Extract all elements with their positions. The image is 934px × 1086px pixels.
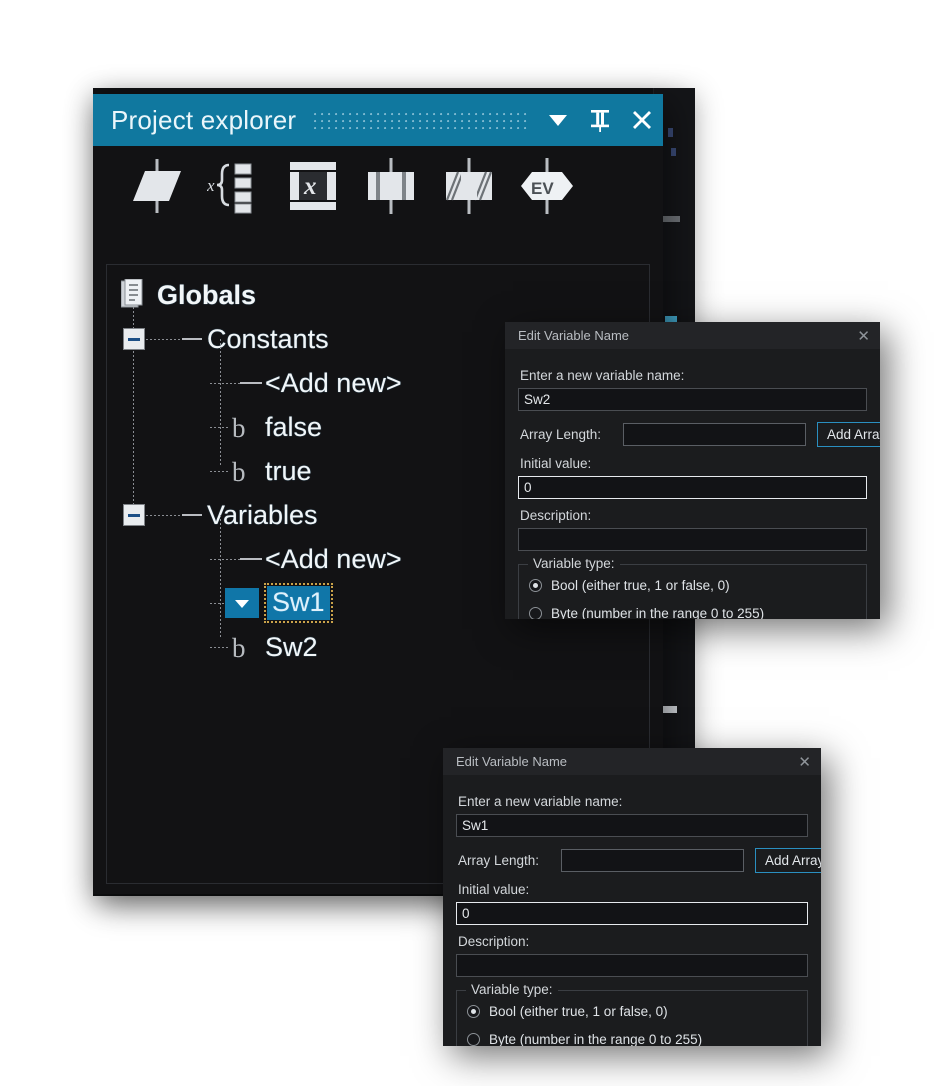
radio-label: Byte (number in the range 0 to 255) bbox=[489, 1032, 703, 1046]
tree-row[interactable]: b Sw2 bbox=[107, 625, 649, 669]
tree-guide bbox=[240, 558, 262, 560]
project-explorer-titlebar: Project explorer bbox=[93, 94, 663, 146]
array-length-row: Array Length: Add Array Dimension bbox=[518, 422, 880, 447]
tree-guide bbox=[210, 427, 230, 428]
pin-icon[interactable] bbox=[579, 94, 621, 146]
radio-indicator[interactable] bbox=[467, 1005, 480, 1018]
tree-guide bbox=[146, 339, 182, 340]
dialog-titlebar: Edit Variable Name ✕ bbox=[443, 748, 821, 775]
dialog-title: Edit Variable Name bbox=[518, 328, 630, 343]
project-explorer-toolbar: x x EV bbox=[93, 146, 663, 226]
array-icon[interactable] bbox=[439, 155, 499, 217]
dialog-body: Enter a new variable name: Array Length:… bbox=[443, 775, 821, 1046]
tree-guide bbox=[210, 559, 240, 560]
chevron-down-icon[interactable] bbox=[537, 94, 579, 146]
description-label: Description: bbox=[520, 508, 592, 523]
tree-guide bbox=[182, 514, 202, 516]
initial-value-input[interactable] bbox=[518, 476, 867, 499]
bool-b-icon: b bbox=[232, 457, 246, 487]
description-input[interactable] bbox=[518, 528, 867, 551]
close-icon[interactable]: ✕ bbox=[798, 748, 811, 775]
add-array-dimension-button[interactable]: Add Array Dimension bbox=[755, 848, 821, 873]
variable-icon[interactable]: x bbox=[283, 155, 343, 217]
radio-bool[interactable]: Bool (either true, 1 or false, 0) bbox=[467, 1004, 797, 1019]
variable-type-group: Variable type: Bool (either true, 1 or f… bbox=[456, 982, 808, 1046]
svg-text:EV: EV bbox=[531, 179, 554, 198]
constant-icon[interactable] bbox=[361, 155, 421, 217]
add-array-dimension-button[interactable]: Add Array Dimension bbox=[817, 422, 880, 447]
variable-type-legend: Variable type: bbox=[466, 982, 558, 997]
dialog-title: Edit Variable Name bbox=[456, 754, 568, 769]
svg-text:x: x bbox=[303, 173, 317, 200]
page-title: Project explorer bbox=[111, 104, 297, 135]
tree-row[interactable]: Globals bbox=[107, 273, 649, 317]
tree-guide bbox=[240, 382, 262, 384]
radio-indicator[interactable] bbox=[529, 579, 542, 592]
svg-text:x: x bbox=[207, 176, 215, 195]
dialog-titlebar: Edit Variable Name ✕ bbox=[505, 322, 880, 349]
tree-label: true bbox=[265, 455, 312, 486]
variable-type-legend: Variable type: bbox=[528, 556, 620, 571]
tree-guide bbox=[220, 339, 221, 355]
decorative-fleck bbox=[668, 128, 673, 137]
bool-b-icon: b bbox=[232, 413, 246, 443]
variable-name-input[interactable] bbox=[456, 814, 808, 837]
array-length-label: Array Length: bbox=[520, 427, 602, 442]
tree-label: Globals bbox=[157, 279, 257, 310]
array-length-input[interactable] bbox=[623, 423, 806, 446]
decorative-fleck bbox=[671, 148, 676, 156]
radio-label: Byte (number in the range 0 to 255) bbox=[551, 606, 765, 619]
decorative-fleck bbox=[663, 706, 677, 713]
macro-icon[interactable] bbox=[127, 155, 187, 217]
edit-variable-name-dialog-sw2: Edit Variable Name ✕ Enter a new variabl… bbox=[505, 322, 880, 619]
bool-b-icon: b bbox=[232, 633, 246, 663]
variable-type-group: Variable type: Bool (either true, 1 or f… bbox=[518, 556, 867, 619]
radio-label: Bool (either true, 1 or false, 0) bbox=[551, 578, 730, 593]
minus-box-icon[interactable] bbox=[123, 328, 145, 350]
drag-handle[interactable] bbox=[314, 111, 529, 129]
initial-value-label: Initial value: bbox=[458, 882, 530, 897]
variable-name-label: Enter a new variable name: bbox=[458, 794, 623, 809]
tree-guide bbox=[146, 515, 182, 516]
combo-dropdown-icon[interactable] bbox=[225, 588, 259, 618]
tree-guide bbox=[210, 471, 230, 472]
minus-box-icon[interactable] bbox=[123, 504, 145, 526]
variable-name-label: Enter a new variable name: bbox=[520, 368, 685, 383]
event-icon[interactable]: EV bbox=[517, 155, 577, 217]
tree-guide bbox=[182, 338, 202, 340]
radio-indicator[interactable] bbox=[529, 607, 542, 619]
tree-label-selected[interactable]: Sw1 bbox=[264, 583, 333, 623]
radio-byte[interactable]: Byte (number in the range 0 to 255) bbox=[529, 606, 856, 619]
tree-label: Sw2 bbox=[265, 631, 318, 662]
description-input[interactable] bbox=[456, 954, 808, 977]
description-label: Description: bbox=[458, 934, 530, 949]
tree-label: false bbox=[265, 411, 323, 442]
initial-value-input[interactable] bbox=[456, 902, 808, 925]
radio-label: Bool (either true, 1 or false, 0) bbox=[489, 1004, 668, 1019]
tree-label: Variables bbox=[207, 499, 318, 530]
tree-label: <Add new> bbox=[265, 543, 402, 574]
array-length-label: Array Length: bbox=[458, 853, 540, 868]
dialog-body: Enter a new variable name: Array Length:… bbox=[505, 349, 880, 619]
radio-indicator[interactable] bbox=[467, 1033, 480, 1046]
close-icon[interactable]: ✕ bbox=[857, 322, 870, 349]
tree-guide bbox=[220, 515, 221, 531]
tree-guide bbox=[210, 647, 230, 648]
close-icon[interactable] bbox=[621, 94, 663, 146]
array-length-row: Array Length: Add Array Dimension bbox=[456, 848, 821, 873]
radio-bool[interactable]: Bool (either true, 1 or false, 0) bbox=[529, 578, 856, 593]
array-length-input[interactable] bbox=[561, 849, 744, 872]
tree-label: Constants bbox=[207, 323, 329, 354]
initial-value-label: Initial value: bbox=[520, 456, 592, 471]
tree-guide bbox=[210, 383, 240, 384]
edit-variable-name-dialog-sw1: Edit Variable Name ✕ Enter a new variabl… bbox=[443, 748, 821, 1046]
variable-name-input[interactable] bbox=[518, 388, 867, 411]
document-stack-icon bbox=[121, 279, 143, 308]
radio-byte[interactable]: Byte (number in the range 0 to 255) bbox=[467, 1032, 797, 1046]
tree-label: <Add new> bbox=[265, 367, 402, 398]
variable-group-icon[interactable]: x bbox=[205, 155, 265, 217]
